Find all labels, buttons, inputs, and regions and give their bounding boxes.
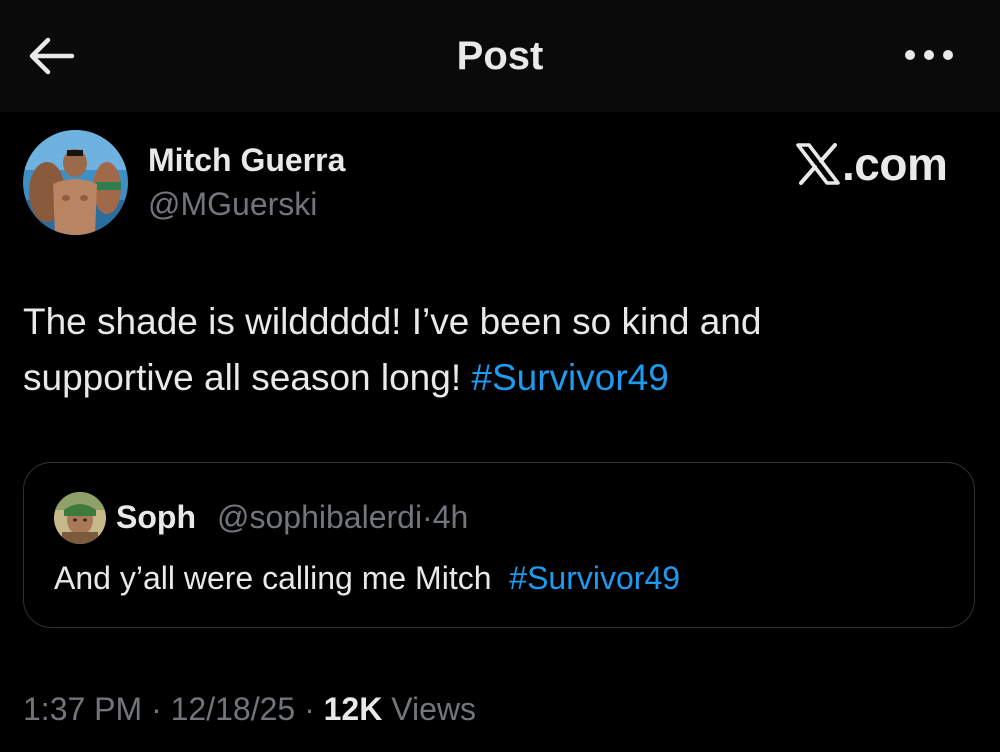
quoted-author-name[interactable]: Soph: [116, 497, 196, 537]
meta-separator: ·: [151, 691, 162, 727]
post-metadata: 1:37 PM · 12/18/25 · 12K Views: [23, 688, 476, 730]
x-com-watermark: .com: [796, 138, 948, 190]
more-options-button[interactable]: [900, 40, 958, 70]
quoted-post-text: And y’all were calling me Mitch #Survivo…: [54, 558, 680, 598]
quoted-post-meta: @sophibalerdi·4h: [217, 497, 468, 537]
post-text: The shade is wilddddd! I’ve been so kind…: [23, 294, 973, 406]
page-title: Post: [456, 34, 544, 78]
x-logo-icon: [796, 143, 840, 185]
post-text-line: The shade is wilddddd! I’ve been so kind…: [23, 301, 762, 342]
top-bar: Post: [0, 0, 1000, 112]
author-name[interactable]: Mitch Guerra: [148, 140, 345, 180]
post-date[interactable]: 12/18/25: [171, 691, 296, 727]
post-time[interactable]: 1:37 PM: [23, 691, 142, 727]
quoted-author-handle[interactable]: @sophibalerdi: [217, 499, 422, 535]
author-handle[interactable]: @MGuerski: [148, 184, 317, 224]
quoted-post-card[interactable]: Soph @sophibalerdi·4h And y’all were cal…: [23, 462, 975, 628]
meta-separator: ·: [422, 499, 433, 535]
quoted-text-segment: And y’all were calling me Mitch: [54, 560, 492, 596]
quoted-author-avatar[interactable]: [54, 492, 106, 544]
more-horizontal-icon: [905, 50, 953, 60]
views-count[interactable]: 12K: [324, 691, 383, 727]
quoted-hashtag-link[interactable]: #Survivor49: [509, 560, 680, 596]
views-label: Views: [391, 691, 476, 727]
avatar-photo: [54, 492, 106, 544]
author-avatar[interactable]: [23, 130, 128, 235]
meta-separator: ·: [304, 691, 315, 727]
avatar-photo: [23, 130, 128, 235]
quoted-post-time[interactable]: 4h: [433, 499, 469, 535]
post-hashtag-link[interactable]: #Survivor49: [471, 357, 668, 398]
post-text-segment: supportive all season long!: [23, 357, 462, 398]
post-text-line: supportive all season long! #Survivor49: [23, 350, 973, 406]
watermark-domain: .com: [842, 138, 948, 190]
